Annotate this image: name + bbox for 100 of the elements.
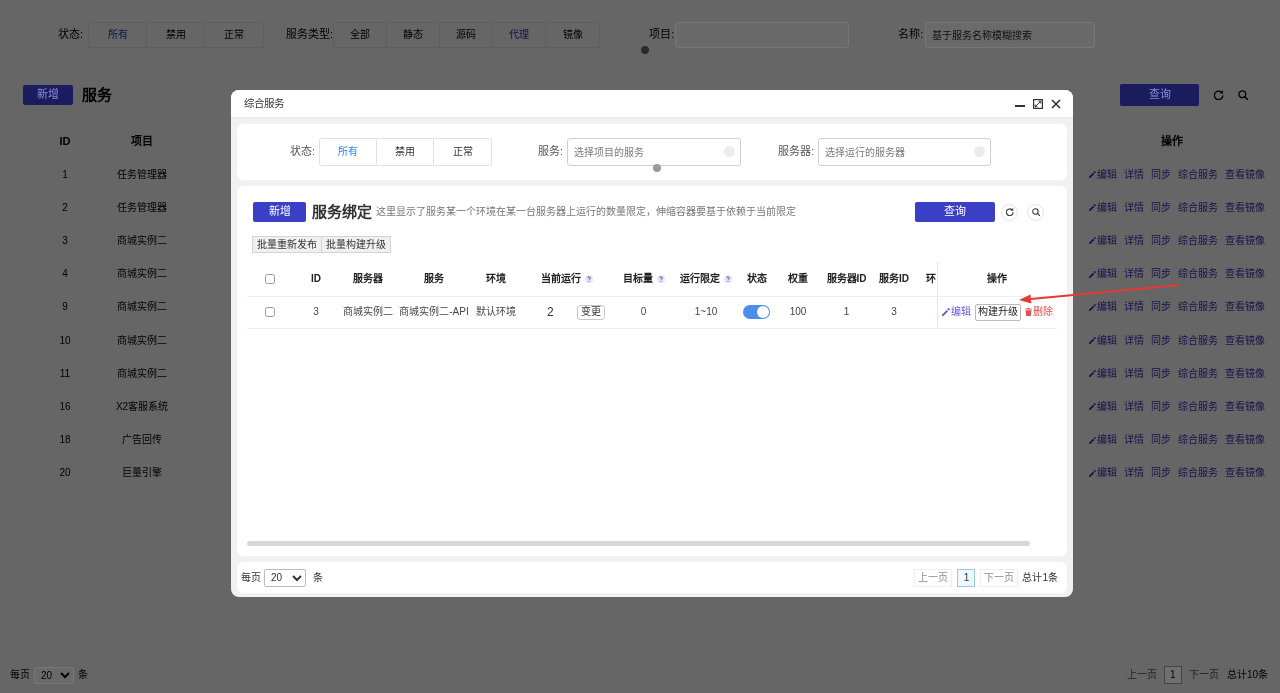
- horizontal-scrollbar[interactable]: [247, 541, 1030, 546]
- filter-option[interactable]: 正常: [434, 139, 492, 165]
- filter-option[interactable]: 静态: [387, 23, 441, 47]
- action-link[interactable]: 同步: [1151, 234, 1171, 247]
- table-cell-text: 3: [61, 233, 69, 248]
- action-link[interactable]: 同步: [1151, 168, 1171, 181]
- action-link[interactable]: 同步: [1151, 367, 1171, 380]
- action-link[interactable]: 查看镜像: [1225, 201, 1265, 214]
- search-button[interactable]: [1027, 203, 1044, 221]
- service-select[interactable]: 选择项目的服务: [567, 138, 742, 166]
- name-search-input[interactable]: 基于服务名称模糊搜索: [925, 22, 1096, 48]
- table-cell: 默认环境: [472, 296, 519, 328]
- filter-option[interactable]: 全部: [334, 23, 388, 47]
- build-upgrade-button[interactable]: 构建升级: [974, 303, 1021, 321]
- filter-option[interactable]: 源码: [440, 23, 494, 47]
- pencil-icon: [1089, 303, 1096, 311]
- edit-link[interactable]: 编辑: [1097, 268, 1117, 281]
- query-button[interactable]: 查询: [1120, 84, 1199, 106]
- edit-link[interactable]: 编辑: [1097, 201, 1117, 214]
- edit-link[interactable]: 编辑: [1097, 367, 1117, 380]
- action-link[interactable]: 综合服务: [1178, 434, 1218, 447]
- edit-link[interactable]: 编辑: [1097, 400, 1117, 413]
- edit-link[interactable]: 编辑: [1097, 467, 1117, 480]
- action-link[interactable]: 查看镜像: [1225, 168, 1265, 181]
- action-link[interactable]: 查看镜像: [1225, 367, 1265, 380]
- batch-button[interactable]: 批量重新发布: [252, 236, 322, 253]
- filter-option[interactable]: 正常: [205, 23, 264, 47]
- server-select[interactable]: 选择运行的服务器: [818, 138, 992, 166]
- table-cell: 1~10: [672, 296, 740, 328]
- column-header: 环: [926, 272, 936, 284]
- action-link[interactable]: 详情: [1124, 201, 1144, 214]
- refresh-button[interactable]: [1001, 203, 1018, 221]
- action-link[interactable]: 综合服务: [1178, 301, 1218, 314]
- column-header: 服务: [424, 272, 444, 284]
- table-cell: 100: [773, 296, 823, 328]
- edit-link[interactable]: 编辑: [1097, 234, 1117, 247]
- action-link[interactable]: 同步: [1151, 201, 1171, 214]
- edit-link[interactable]: 编辑: [1097, 301, 1117, 314]
- action-link[interactable]: 同步: [1151, 400, 1171, 413]
- action-link[interactable]: 同步: [1151, 434, 1171, 447]
- action-link[interactable]: 查看镜像: [1225, 268, 1265, 281]
- action-link[interactable]: 综合服务: [1178, 334, 1218, 347]
- page-number-button[interactable]: 1: [1163, 666, 1182, 684]
- select-all-checkbox[interactable]: [264, 274, 275, 285]
- query-button[interactable]: 查询: [915, 202, 995, 222]
- pencil-icon: [1089, 337, 1096, 345]
- action-link[interactable]: 详情: [1124, 234, 1144, 247]
- add-button[interactable]: 新增: [253, 202, 306, 222]
- action-link[interactable]: 综合服务: [1178, 201, 1218, 214]
- action-link[interactable]: 综合服务: [1178, 467, 1218, 480]
- action-link[interactable]: 同步: [1151, 467, 1171, 480]
- table-cell-text: 商城实例二: [116, 300, 168, 315]
- action-link[interactable]: 详情: [1124, 168, 1144, 181]
- page-size-select[interactable]: 20: [34, 666, 74, 684]
- filter-option[interactable]: 禁用: [147, 23, 206, 47]
- action-link[interactable]: 详情: [1124, 268, 1144, 281]
- edit-link[interactable]: 编辑: [941, 306, 971, 318]
- action-link[interactable]: 综合服务: [1178, 234, 1218, 247]
- page-size-select[interactable]: 20: [264, 568, 306, 587]
- trash-icon: [1024, 308, 1032, 316]
- filter-option[interactable]: 代理: [493, 23, 547, 47]
- filter-option[interactable]: 镜像: [546, 23, 600, 47]
- action-link[interactable]: 查看镜像: [1225, 334, 1265, 347]
- action-link[interactable]: 详情: [1124, 334, 1144, 347]
- filter-option[interactable]: 所有: [320, 139, 378, 165]
- action-link[interactable]: 查看镜像: [1225, 434, 1265, 447]
- edit-link[interactable]: 编辑: [1097, 168, 1117, 181]
- action-link[interactable]: 同步: [1151, 301, 1171, 314]
- action-link[interactable]: 详情: [1124, 467, 1144, 480]
- action-link[interactable]: 综合服务: [1178, 268, 1218, 281]
- action-link[interactable]: 综合服务: [1178, 367, 1218, 380]
- action-link[interactable]: 综合服务: [1178, 400, 1218, 413]
- action-link[interactable]: 查看镜像: [1225, 467, 1265, 480]
- action-link[interactable]: 同步: [1151, 334, 1171, 347]
- action-link[interactable]: 详情: [1124, 400, 1144, 413]
- dot-icon: [653, 164, 661, 172]
- close-icon[interactable]: [1051, 98, 1061, 109]
- action-link[interactable]: 同步: [1151, 268, 1171, 281]
- delete-link[interactable]: 删除: [1024, 306, 1053, 318]
- action-link[interactable]: 详情: [1124, 434, 1144, 447]
- edit-link[interactable]: 编辑: [1097, 334, 1117, 347]
- maximize-icon[interactable]: [1033, 98, 1043, 109]
- action-link[interactable]: 详情: [1124, 367, 1144, 380]
- status-toggle[interactable]: [743, 305, 770, 319]
- batch-button[interactable]: 批量构建升级: [322, 236, 391, 253]
- search-icon[interactable]: [1238, 90, 1248, 100]
- action-link[interactable]: 查看镜像: [1225, 301, 1265, 314]
- page-number-button[interactable]: 1: [957, 568, 976, 587]
- filter-label: 服务类型:: [286, 28, 334, 42]
- action-link[interactable]: 查看镜像: [1225, 400, 1265, 413]
- change-button[interactable]: 变更: [577, 304, 605, 320]
- row-checkbox[interactable]: [264, 307, 275, 318]
- add-button[interactable]: 新增: [23, 85, 73, 105]
- action-link[interactable]: 详情: [1124, 301, 1144, 314]
- filter-option[interactable]: 禁用: [377, 139, 435, 165]
- filter-option[interactable]: 所有: [89, 23, 148, 47]
- refresh-icon[interactable]: [1214, 90, 1224, 100]
- action-link[interactable]: 查看镜像: [1225, 234, 1265, 247]
- edit-link[interactable]: 编辑: [1097, 434, 1117, 447]
- action-link[interactable]: 综合服务: [1178, 168, 1218, 181]
